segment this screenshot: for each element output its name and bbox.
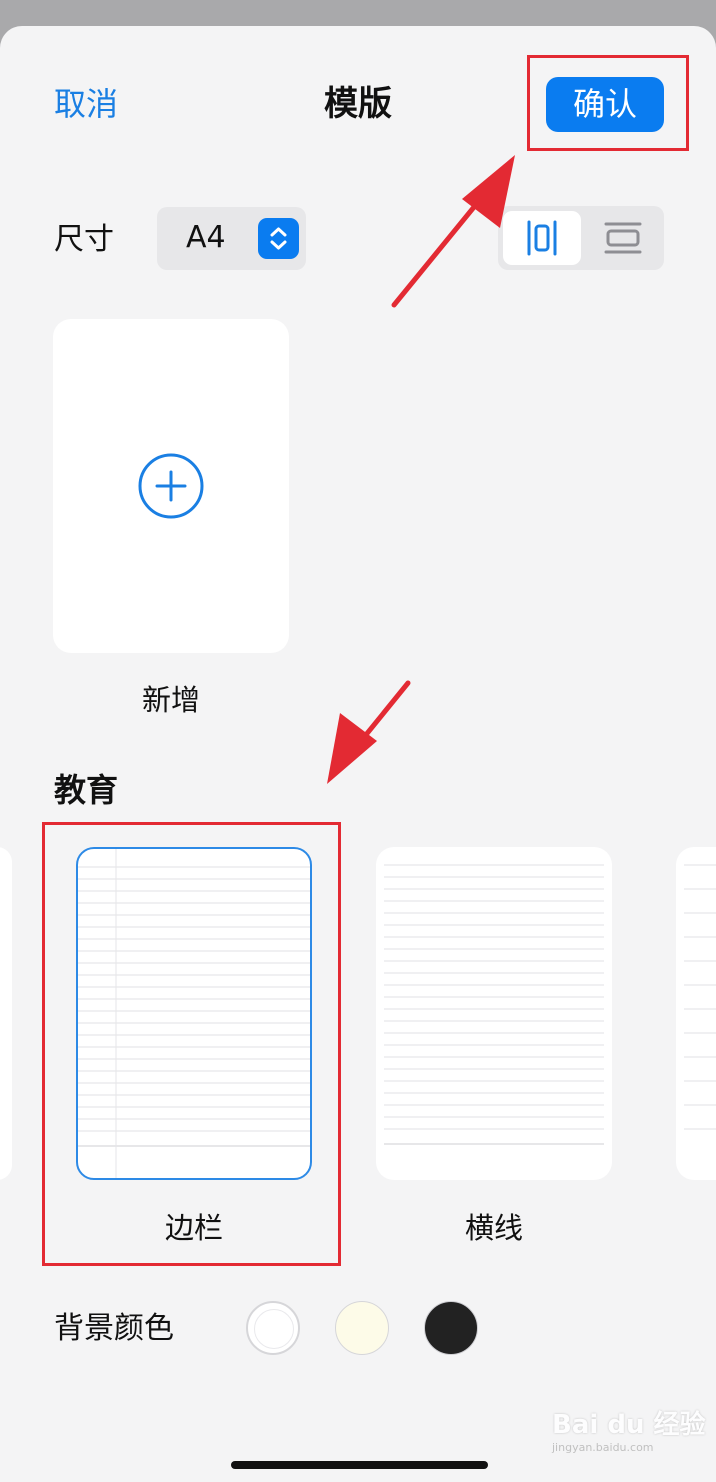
home-indicator: [231, 1461, 488, 1469]
arrow-to-template: [327, 680, 411, 784]
annotation-arrows: [327, 155, 515, 784]
arrow-to-confirm: [391, 155, 515, 308]
